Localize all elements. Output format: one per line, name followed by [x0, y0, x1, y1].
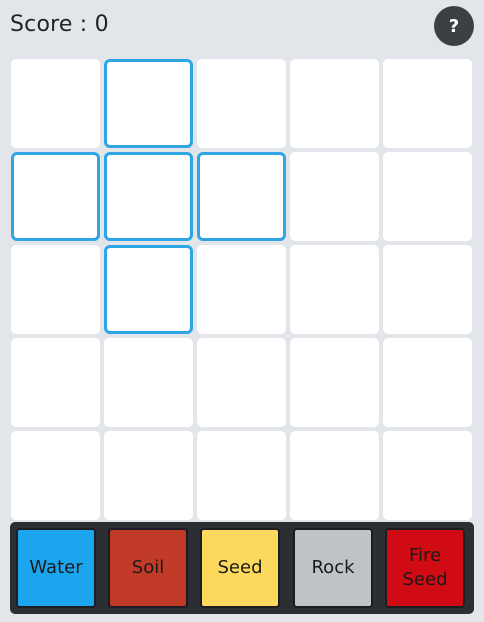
board-cell-r3-c4[interactable] [383, 338, 472, 427]
palette-tile-water[interactable]: Water [16, 528, 96, 608]
palette-tile-seed[interactable]: Seed [200, 528, 280, 608]
board-cell-r4-c4[interactable] [383, 431, 472, 520]
board-cell-r3-c0[interactable] [11, 338, 100, 427]
tile-label: Soil [131, 557, 165, 578]
help-button[interactable]: ? [434, 6, 474, 46]
board-cell-r2-c2[interactable] [197, 245, 286, 334]
palette-tile-rock[interactable]: Rock [293, 528, 373, 608]
board-cell-r1-c1[interactable] [104, 152, 193, 241]
board-cell-r1-c2[interactable] [197, 152, 286, 241]
board-cell-r2-c0[interactable] [11, 245, 100, 334]
game-board [11, 59, 472, 520]
board-cell-r3-c2[interactable] [197, 338, 286, 427]
tile-label: Fire Seed [402, 545, 448, 590]
board-cell-r0-c1[interactable] [104, 59, 193, 148]
tile-label: Rock [311, 557, 355, 578]
board-cell-r3-c1[interactable] [104, 338, 193, 427]
board-cell-r0-c4[interactable] [383, 59, 472, 148]
board-cell-r4-c3[interactable] [290, 431, 379, 520]
header-bar: Score : 0 ? [0, 0, 484, 52]
board-cell-r4-c2[interactable] [197, 431, 286, 520]
board-cell-r4-c1[interactable] [104, 431, 193, 520]
tile-label: Water [29, 557, 83, 578]
score-label: Score : 0 [10, 12, 109, 37]
board-cell-r2-c4[interactable] [383, 245, 472, 334]
tile-label: Seed [217, 557, 263, 578]
board-cell-r0-c0[interactable] [11, 59, 100, 148]
board-cell-r3-c3[interactable] [290, 338, 379, 427]
element-palette: Water Soil Seed Rock Fire Seed [10, 522, 474, 614]
board-cell-r1-c4[interactable] [383, 152, 472, 241]
palette-tile-soil[interactable]: Soil [108, 528, 188, 608]
board-cell-r0-c2[interactable] [197, 59, 286, 148]
board-cell-r2-c1[interactable] [104, 245, 193, 334]
question-mark-icon: ? [448, 15, 460, 37]
board-cell-r0-c3[interactable] [290, 59, 379, 148]
board-cell-r1-c0[interactable] [11, 152, 100, 241]
board-cell-r4-c0[interactable] [11, 431, 100, 520]
palette-tile-fire-seed[interactable]: Fire Seed [385, 528, 465, 608]
board-cell-r2-c3[interactable] [290, 245, 379, 334]
board-cell-r1-c3[interactable] [290, 152, 379, 241]
